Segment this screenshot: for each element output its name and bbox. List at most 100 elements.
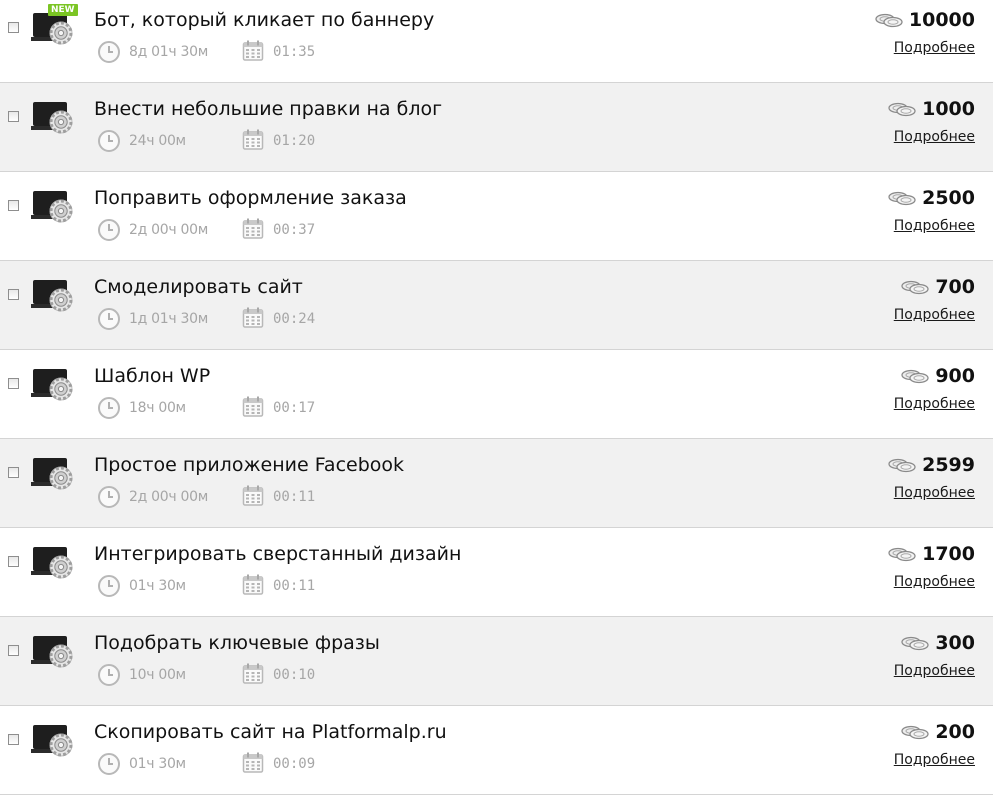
task-title[interactable]: Интегрировать сверстанный дизайн	[94, 542, 461, 566]
duration: 01:20	[273, 133, 316, 149]
clock-icon	[98, 130, 120, 152]
task-checkbox[interactable]	[8, 556, 19, 567]
clock-icon	[98, 753, 120, 775]
task-title[interactable]: Подобрать ключевые фразы	[94, 631, 380, 655]
time-left: 1д 01ч 30м	[129, 311, 208, 327]
calendar-icon	[242, 752, 264, 773]
task-title[interactable]: Поправить оформление заказа	[94, 186, 407, 210]
task-price: 2599	[922, 454, 975, 476]
details-link[interactable]: Подробнее	[894, 484, 975, 502]
task-price: 900	[935, 365, 975, 387]
task-checkbox[interactable]	[8, 22, 19, 33]
computer-gear-icon	[31, 191, 73, 223]
calendar-icon	[242, 40, 264, 61]
price-block: 2500	[888, 186, 975, 210]
task-title[interactable]: Внести небольшие правки на блог	[94, 97, 442, 121]
task-row: NEW Бот, который кликает по баннеру 8д 0…	[0, 0, 993, 83]
price-block: 200	[901, 720, 975, 744]
time-left: 8д 01ч 30м	[129, 44, 208, 60]
calendar-icon	[242, 485, 264, 506]
computer-gear-icon	[31, 547, 73, 579]
task-row: Смоделировать сайт 1д 01ч 30м 00:24 700 …	[0, 261, 993, 350]
task-price: 1700	[922, 543, 975, 565]
task-price: 2500	[922, 187, 975, 209]
computer-gear-icon	[31, 102, 73, 134]
task-title[interactable]: Простое приложение Facebook	[94, 453, 404, 477]
task-title[interactable]: Скопировать сайт на Platformalp.ru	[94, 720, 447, 744]
new-badge: NEW	[48, 4, 78, 16]
task-checkbox[interactable]	[8, 200, 19, 211]
coins-icon	[901, 280, 929, 295]
clock-icon	[98, 397, 120, 419]
details-link[interactable]: Подробнее	[894, 128, 975, 146]
task-price: 1000	[922, 98, 975, 120]
time-left: 01ч 30м	[129, 756, 186, 772]
time-left: 24ч 00м	[129, 133, 186, 149]
price-block: 900	[901, 364, 975, 388]
task-title[interactable]: Бот, который кликает по баннеру	[94, 8, 434, 32]
calendar-icon	[242, 129, 264, 150]
task-price: 10000	[908, 9, 975, 31]
clock-icon	[98, 308, 120, 330]
task-price: 200	[935, 721, 975, 743]
time-left: 2д 00ч 00м	[129, 489, 208, 505]
duration: 00:17	[273, 400, 316, 416]
clock-icon	[98, 486, 120, 508]
task-price: 700	[935, 276, 975, 298]
details-link[interactable]: Подробнее	[894, 395, 975, 413]
task-checkbox[interactable]	[8, 645, 19, 656]
calendar-icon	[242, 663, 264, 684]
task-row: Простое приложение Facebook 2д 00ч 00м 0…	[0, 439, 993, 528]
coins-icon	[901, 636, 929, 651]
coins-icon	[888, 547, 916, 562]
calendar-icon	[242, 218, 264, 239]
task-checkbox[interactable]	[8, 378, 19, 389]
clock-icon	[98, 664, 120, 686]
computer-gear-icon	[31, 725, 73, 757]
computer-gear-icon	[31, 458, 73, 490]
coins-icon	[888, 458, 916, 473]
calendar-icon	[242, 307, 264, 328]
time-left: 18ч 00м	[129, 400, 186, 416]
coins-icon	[888, 191, 916, 206]
details-link[interactable]: Подробнее	[894, 306, 975, 324]
coins-icon	[901, 725, 929, 740]
details-link[interactable]: Подробнее	[894, 662, 975, 680]
task-row: Подобрать ключевые фразы 10ч 00м 00:10 3…	[0, 617, 993, 706]
task-title[interactable]: Шаблон WP	[94, 364, 210, 388]
task-title[interactable]: Смоделировать сайт	[94, 275, 303, 299]
calendar-icon	[242, 396, 264, 417]
computer-gear-icon	[31, 636, 73, 668]
duration: 00:11	[273, 489, 316, 505]
computer-gear-icon	[31, 280, 73, 312]
details-link[interactable]: Подробнее	[894, 573, 975, 591]
task-checkbox[interactable]	[8, 111, 19, 122]
duration: 00:11	[273, 578, 316, 594]
task-checkbox[interactable]	[8, 467, 19, 478]
details-link[interactable]: Подробнее	[894, 39, 975, 57]
task-row: Шаблон WP 18ч 00м 00:17 900 Подробнее	[0, 350, 993, 439]
computer-gear-icon	[31, 369, 73, 401]
clock-icon	[98, 219, 120, 241]
price-block: 10000	[875, 8, 975, 32]
task-row: Поправить оформление заказа 2д 00ч 00м 0…	[0, 172, 993, 261]
price-block: 300	[901, 631, 975, 655]
task-checkbox[interactable]	[8, 289, 19, 300]
time-left: 01ч 30м	[129, 578, 186, 594]
task-row: Скопировать сайт на Platformalp.ru 01ч 3…	[0, 706, 993, 795]
calendar-icon	[242, 574, 264, 595]
price-block: 700	[901, 275, 975, 299]
time-left: 2д 00ч 00м	[129, 222, 208, 238]
details-link[interactable]: Подробнее	[894, 217, 975, 235]
task-list: NEW Бот, который кликает по баннеру 8д 0…	[0, 0, 993, 795]
duration: 00:09	[273, 756, 316, 772]
details-link[interactable]: Подробнее	[894, 751, 975, 769]
task-row: Внести небольшие правки на блог 24ч 00м …	[0, 83, 993, 172]
price-block: 1700	[888, 542, 975, 566]
time-left: 10ч 00м	[129, 667, 186, 683]
coins-icon	[901, 369, 929, 384]
duration: 00:37	[273, 222, 316, 238]
task-checkbox[interactable]	[8, 734, 19, 745]
task-price: 300	[935, 632, 975, 654]
coins-icon	[875, 13, 903, 28]
